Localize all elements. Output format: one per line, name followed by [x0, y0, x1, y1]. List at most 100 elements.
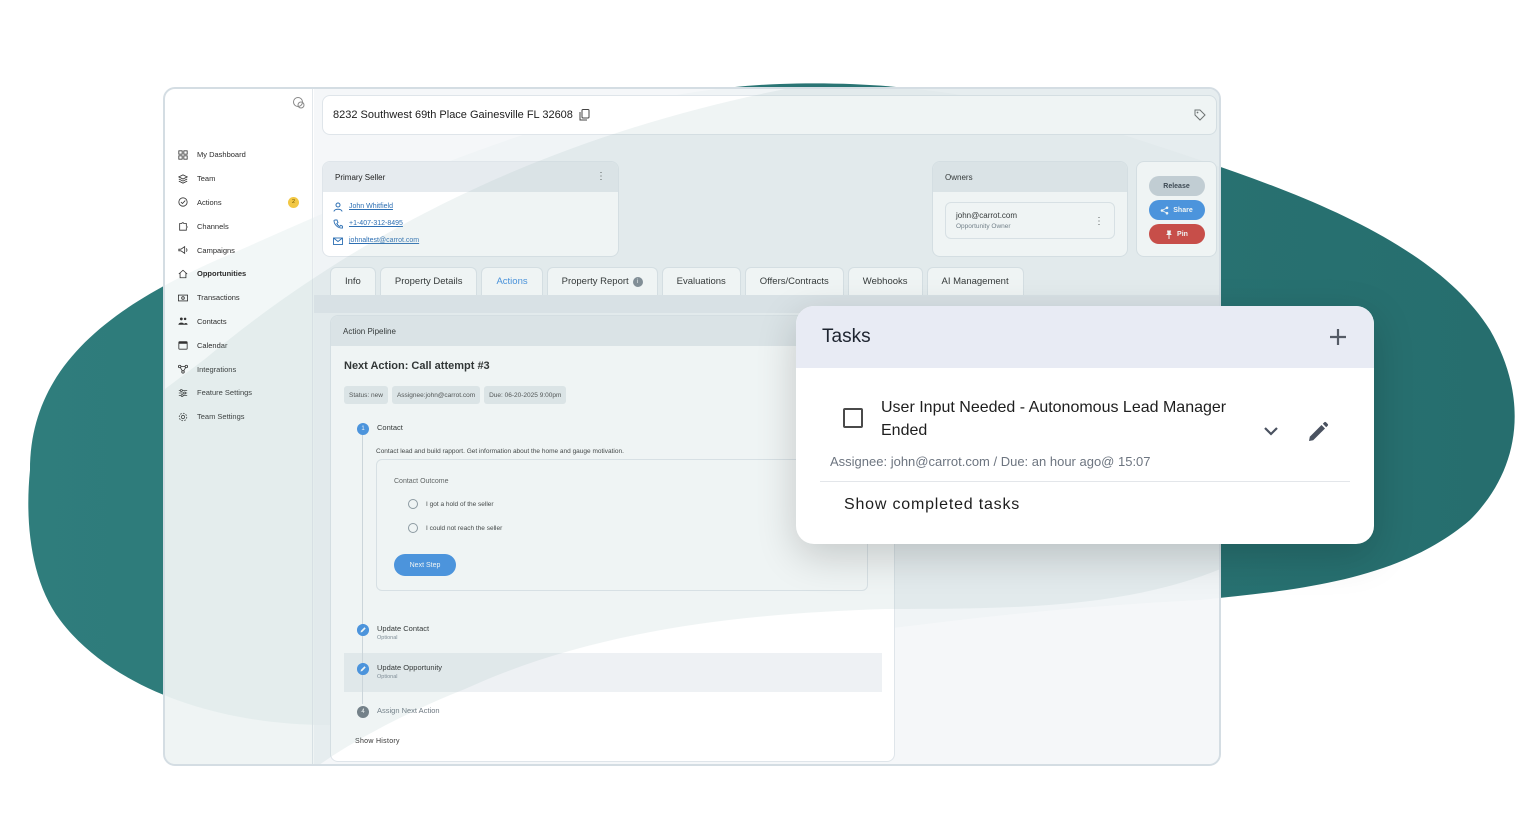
- radio-button[interactable]: [408, 523, 418, 533]
- phone-icon: [333, 219, 343, 228]
- seller-name-link[interactable]: John Whitfield: [323, 198, 618, 215]
- tasks-header: Tasks: [796, 306, 1374, 368]
- sidebar-item-label: Channels: [197, 221, 229, 231]
- action-chip: Status: new: [344, 386, 388, 404]
- task-meta: Assignee: john@carrot.com / Due: an hour…: [830, 454, 1151, 469]
- next-step-button[interactable]: Next Step: [394, 554, 456, 576]
- sidebar-item-channels[interactable]: Channels: [177, 214, 299, 238]
- share-button[interactable]: Share: [1148, 200, 1205, 220]
- sidebar-item-label: Contacts: [197, 316, 227, 326]
- primary-seller-header: Primary Seller ⋮: [323, 162, 618, 192]
- sidebar-item-campaigns[interactable]: Campaigns: [177, 238, 299, 262]
- sidebar-item-my-dashboard[interactable]: My Dashboard: [177, 143, 299, 167]
- sidebar-item-team-settings[interactable]: Team Settings: [177, 405, 299, 429]
- owners-card: Owners john@carrot.com Opportunity Owner…: [932, 161, 1128, 257]
- step-update-contact[interactable]: Update Contact Optional: [357, 624, 429, 641]
- step-3-title: Update Opportunity: [377, 663, 443, 672]
- sidebar-nav: My Dashboard Team Actions 2 Channels Campaign…: [177, 143, 299, 429]
- action-chip: Due: 06-20-2025 9:00pm: [484, 386, 567, 404]
- step-update-opportunity[interactable]: Update Opportunity Optional: [357, 663, 442, 680]
- opportunity-actions-card: Release Share Pin: [1136, 161, 1217, 257]
- sidebar-item-label: My Dashboard: [197, 150, 246, 160]
- sidebar-item-opportunities[interactable]: Opportunities: [177, 262, 299, 286]
- sidebar-item-team[interactable]: Team: [177, 167, 299, 191]
- divider: [820, 481, 1350, 482]
- pencil-icon[interactable]: [1306, 420, 1330, 444]
- step-1-number: 1: [357, 423, 369, 435]
- seller-menu-icon[interactable]: ⋮: [596, 172, 606, 182]
- actions-count-badge: 2: [288, 196, 299, 208]
- person-icon: [333, 202, 343, 212]
- seller-email-link[interactable]: johnaltest@carrot.com: [323, 232, 618, 249]
- radio-got-hold-label: I got a hold of the seller: [426, 500, 494, 508]
- step-contact[interactable]: 1 Contact: [357, 423, 403, 435]
- copy-icon[interactable]: [579, 109, 590, 121]
- tab-label: Property Details: [394, 276, 463, 287]
- sidebar: My Dashboard Team Actions 2 Channels Campaign…: [165, 89, 313, 764]
- sidebar-item-label: Integrations: [197, 364, 237, 374]
- step-2-title: Update Contact: [377, 624, 430, 633]
- check-circle-icon: [177, 196, 189, 208]
- money-icon: [177, 292, 189, 304]
- sidebar-item-actions[interactable]: Actions 2: [177, 191, 299, 215]
- seller-phone-link[interactable]: +1-407-312-8495: [323, 215, 618, 232]
- step-assign-next-action[interactable]: 4 Assign Next Action: [357, 706, 440, 718]
- sidebar-item-transactions[interactable]: Transactions: [177, 286, 299, 310]
- megaphone-icon: [177, 244, 189, 256]
- tab-property-report[interactable]: Property Report i: [546, 267, 658, 295]
- radio-not-reach-label: I could not reach the seller: [426, 524, 503, 532]
- primary-seller-card: Primary Seller ⋮ John Whitfield +1-407-3…: [322, 161, 619, 257]
- tag-icon[interactable]: [1194, 109, 1206, 121]
- tab-offers-contracts[interactable]: Offers/Contracts: [744, 267, 844, 295]
- tab-property-details[interactable]: Property Details: [379, 267, 478, 295]
- share-icon: [1160, 206, 1169, 214]
- step-4-title: Assign Next Action: [377, 706, 440, 715]
- tab-label: Offers/Contracts: [759, 276, 829, 287]
- release-button[interactable]: Release: [1148, 176, 1205, 196]
- calendar-icon: [177, 339, 189, 351]
- owner-item: john@carrot.com Opportunity Owner ⋮: [945, 202, 1115, 239]
- info-icon[interactable]: i: [632, 276, 643, 287]
- address-bar: 8232 Southwest 69th Place Gainesville FL…: [322, 95, 1217, 135]
- puzzle-icon: [177, 220, 189, 232]
- task-title: User Input Needed - Autonomous Lead Mana…: [881, 399, 1227, 439]
- pin-button[interactable]: Pin: [1148, 224, 1205, 244]
- owner-menu-icon[interactable]: ⋮: [1094, 217, 1104, 227]
- step-2-subtitle: Optional: [377, 635, 398, 641]
- sidebar-item-label: Team: [197, 174, 216, 184]
- action-pipeline-title: Action Pipeline: [343, 326, 396, 336]
- seller-phone: +1-407-312-8495: [349, 220, 403, 227]
- pin-icon: [1166, 230, 1173, 239]
- radio-button[interactable]: [408, 499, 418, 509]
- tasks-title: Tasks: [822, 326, 871, 347]
- show-completed-tasks-button[interactable]: Show completed tasks: [844, 496, 1020, 514]
- action-chip: Assignee:john@carrot.com: [391, 386, 481, 404]
- sidebar-item-feature-settings[interactable]: Feature Settings: [177, 381, 299, 405]
- tab-label: AI Management: [941, 276, 1009, 287]
- tab-label: Property Report: [561, 276, 629, 287]
- sidebar-item-calendar[interactable]: Calendar: [177, 333, 299, 357]
- tab-label: Actions: [496, 276, 528, 287]
- sidebar-item-contacts[interactable]: Contacts: [177, 310, 299, 334]
- tab-webhooks[interactable]: Webhooks: [847, 267, 923, 295]
- tab-label: Info: [345, 276, 361, 287]
- mail-icon: [333, 237, 343, 245]
- tab-bar: Info Property Details Actions Property Repo…: [330, 267, 1024, 295]
- collapse-sidebar-icon[interactable]: [292, 96, 306, 110]
- sidebar-item-label: Actions: [197, 197, 222, 207]
- tab-info[interactable]: Info: [330, 267, 376, 295]
- sidebar-item-integrations[interactable]: Integrations: [177, 357, 299, 381]
- tab-actions[interactable]: Actions: [481, 267, 543, 295]
- add-task-icon[interactable]: [1328, 327, 1348, 347]
- tab-ai-management[interactable]: AI Management: [926, 267, 1024, 295]
- owners-title: Owners: [945, 172, 973, 182]
- sliders-icon: [177, 387, 189, 399]
- task-checkbox[interactable]: [843, 408, 863, 428]
- tab-label: Webhooks: [862, 276, 908, 287]
- owner-email: john@carrot.com: [956, 211, 1018, 220]
- layers-icon: [177, 173, 189, 185]
- show-history-link[interactable]: Show History: [355, 738, 400, 745]
- seller-name: John Whitfield: [349, 203, 393, 210]
- tab-evaluations[interactable]: Evaluations: [661, 267, 741, 295]
- chevron-down-icon[interactable]: [1263, 425, 1279, 437]
